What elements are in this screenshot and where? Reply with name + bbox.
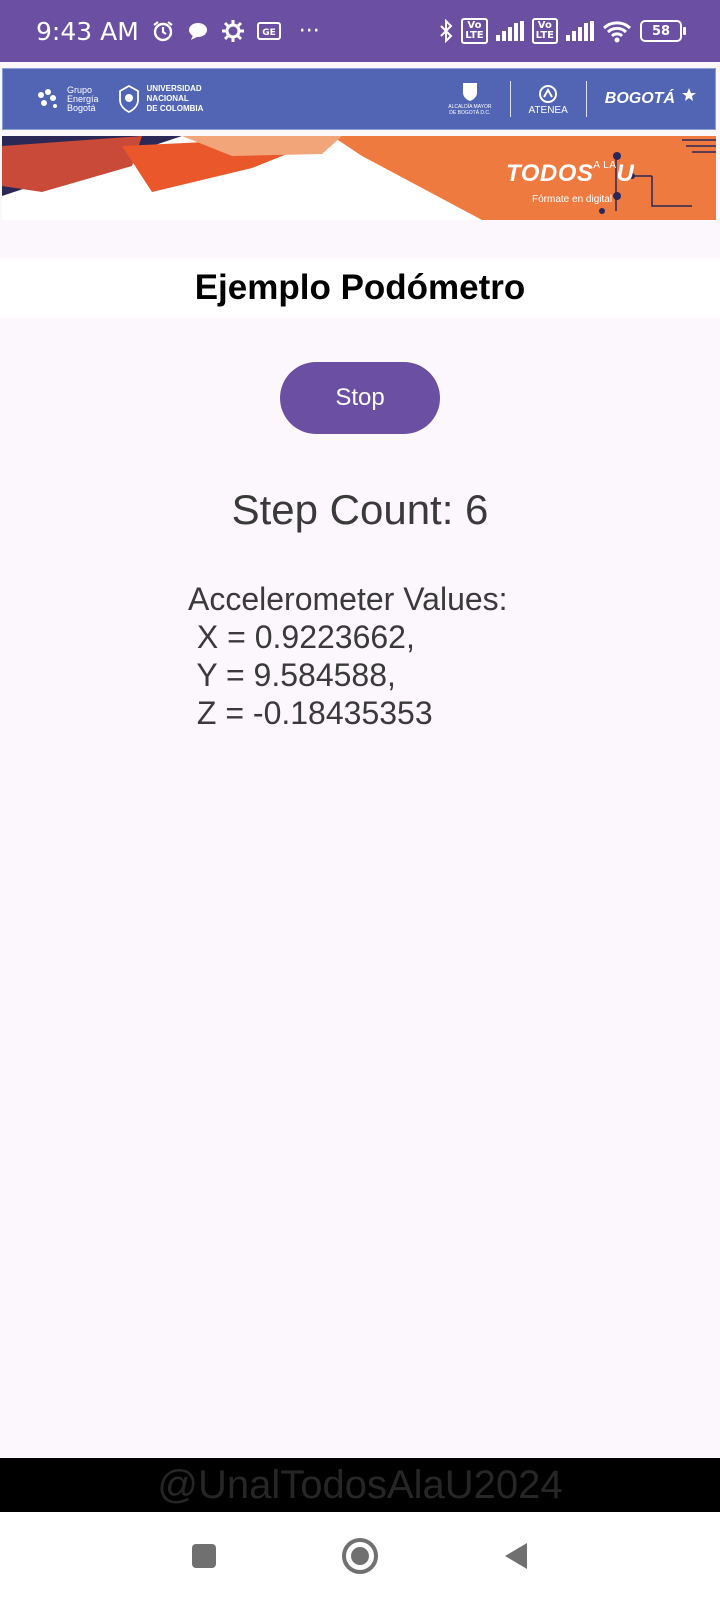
status-overflow: ··· bbox=[298, 18, 320, 44]
square-icon bbox=[192, 1544, 216, 1568]
sponsor-banner: Grupo Energía Bogotá UNIVERSIDAD NACIONA… bbox=[2, 68, 716, 130]
chat-icon bbox=[187, 20, 209, 42]
signal-icon bbox=[495, 21, 524, 41]
step-count-text: Step Count: 6 bbox=[231, 486, 489, 533]
step-count-display: Step Count: 6 bbox=[0, 486, 720, 534]
bluetooth-icon bbox=[439, 19, 453, 43]
formate-text: Fórmate en digital bbox=[532, 194, 613, 205]
bogota-star-icon bbox=[682, 88, 696, 101]
alcaldia-logo: ALCALDÍA MAYOR DE BOGOTÁ D.C. bbox=[448, 82, 492, 116]
bogota-text: BOGOTÁ bbox=[604, 90, 675, 107]
alcaldia-text: ALCALDÍA MAYOR DE BOGOTÁ D.C. bbox=[448, 104, 492, 116]
todos-small-text: A LA bbox=[593, 160, 617, 171]
triangle-back-icon bbox=[505, 1543, 527, 1569]
recents-button[interactable] bbox=[184, 1536, 224, 1576]
banner-left-logos: Grupo Energía Bogotá UNIVERSIDAD NACIONA… bbox=[35, 84, 203, 114]
grupo-energia-text: Grupo Energía Bogotá bbox=[67, 84, 99, 113]
battery-icon: 58 bbox=[640, 20, 686, 42]
page-title: Ejemplo Podómetro bbox=[194, 268, 526, 307]
status-time: 9:43 AM bbox=[36, 16, 139, 46]
svg-text:GE: GE bbox=[262, 28, 276, 38]
watermark-bar: @UnalTodosAlaU2024 bbox=[0, 1458, 720, 1512]
todos-a-la-u-logo: TODOSA LAU bbox=[506, 160, 634, 188]
atenea-text: ATENEA bbox=[528, 104, 568, 116]
unal-text: UNIVERSIDAD NACIONAL DE COLOMBIA bbox=[146, 84, 204, 113]
status-left: 9:43 AM GE ··· bbox=[36, 17, 320, 46]
atenea-logo: ATENEA bbox=[529, 84, 568, 115]
accelerometer-values: Accelerometer Values: X = 0.9223662, Y =… bbox=[188, 581, 508, 731]
back-button[interactable] bbox=[496, 1536, 536, 1576]
unal-crest-icon bbox=[118, 84, 139, 114]
battery-level: 58 bbox=[651, 23, 671, 39]
alarm-icon bbox=[151, 19, 175, 43]
stop-button[interactable]: Stop bbox=[280, 362, 440, 434]
banner-right-logos: ALCALDÍA MAYOR DE BOGOTÁ D.C. ATENEA BOG… bbox=[448, 81, 697, 117]
home-button[interactable] bbox=[340, 1536, 380, 1576]
settings-icon bbox=[221, 19, 245, 43]
grupo-energia-icon bbox=[38, 89, 57, 108]
volte-icon: Vo LTE bbox=[461, 18, 488, 44]
banner-separator bbox=[509, 81, 511, 117]
alcaldia-shield-icon bbox=[462, 83, 477, 101]
banner-separator-2 bbox=[585, 81, 587, 117]
watermark-text: @UnalTodosAlaU2024 bbox=[157, 1462, 563, 1507]
title-bar: Ejemplo Podómetro bbox=[0, 258, 720, 318]
todos-text: TODOS bbox=[506, 160, 594, 187]
navigation-bar bbox=[0, 1512, 720, 1600]
atenea-icon bbox=[539, 84, 558, 103]
wifi-icon bbox=[602, 19, 632, 43]
todos-u-text: U bbox=[616, 160, 635, 187]
unal-logo: UNIVERSIDAD NACIONAL DE COLOMBIA bbox=[117, 84, 204, 114]
grupo-energia-logo: Grupo Energía Bogotá bbox=[35, 84, 99, 113]
signal-icon-2 bbox=[566, 21, 594, 41]
circle-icon bbox=[342, 1538, 378, 1574]
volte-icon-2: Vo LTE bbox=[531, 18, 558, 44]
ge-icon: GE bbox=[256, 22, 281, 40]
status-right: Vo LTE Vo LTE 58 bbox=[439, 18, 686, 44]
todos-a-la-u-banner: TODOSA LAU Fórmate en digital bbox=[2, 136, 716, 220]
status-bar: 9:43 AM GE ··· Vo LTE Vo LTE 58 bbox=[0, 0, 720, 62]
bogota-logo: BOGOTÁ bbox=[605, 87, 697, 111]
